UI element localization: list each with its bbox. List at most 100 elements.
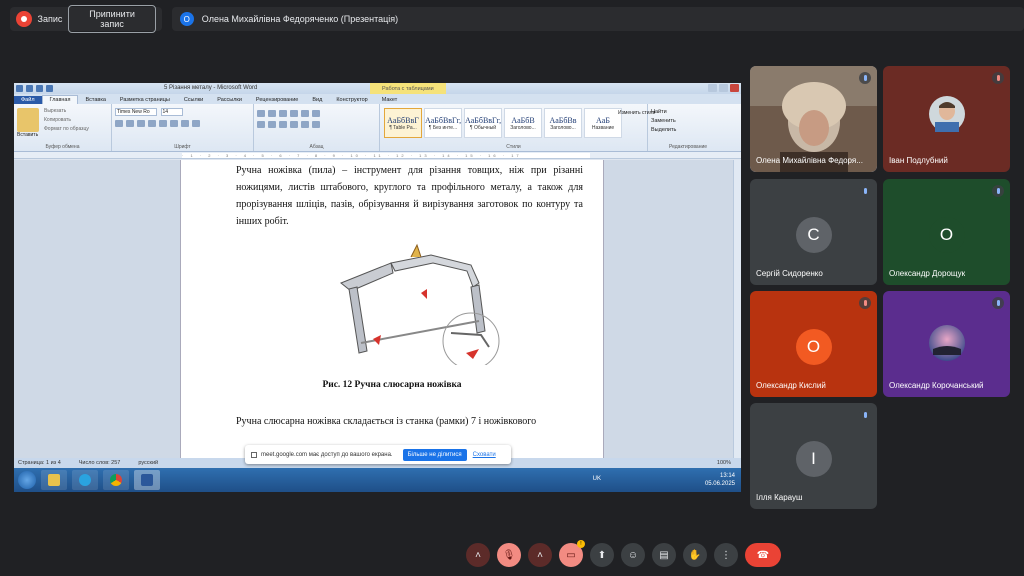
style-item[interactable]: AaБбВ Заголово... <box>504 108 542 138</box>
maximize-icon[interactable] <box>719 84 728 92</box>
participant-tile[interactable]: І Ілля Карауш <box>750 403 877 509</box>
keyboard-language[interactable]: UK <box>593 476 601 482</box>
justify-icon[interactable] <box>290 121 298 128</box>
replace-button[interactable]: Заменить <box>651 118 725 124</box>
more-options-button[interactable]: ⋮ <box>714 543 738 567</box>
chrome-icon[interactable] <box>103 470 129 490</box>
font-name-select[interactable]: Times New Ro <box>115 108 157 116</box>
tab-layout[interactable]: Макет <box>375 96 405 104</box>
vertical-scrollbar[interactable] <box>733 160 741 458</box>
stop-recording-button[interactable]: Припинити запис <box>68 5 156 33</box>
telegram-icon[interactable] <box>72 470 98 490</box>
language-indicator[interactable]: русский <box>138 460 158 466</box>
participant-tile[interactable]: Олена Михайлівна Федоря... <box>750 66 877 172</box>
participant-avatar: О <box>928 217 965 253</box>
font-color-icon[interactable] <box>192 120 200 127</box>
highlight-icon[interactable] <box>181 120 189 127</box>
tab-page-layout[interactable]: Разметка страницы <box>113 96 177 104</box>
zoom-level[interactable]: 100% <box>717 460 731 466</box>
participant-tile[interactable]: Іван Подлубний <box>883 66 1010 172</box>
italic-icon[interactable] <box>126 120 134 127</box>
participant-photo-avatar <box>929 96 965 132</box>
numbering-icon[interactable] <box>268 110 276 117</box>
line-spacing-icon[interactable] <box>301 121 309 128</box>
present-button[interactable]: ⬆ <box>590 543 614 567</box>
undo-icon[interactable] <box>36 85 43 92</box>
copy-button[interactable]: Копировать <box>44 117 89 123</box>
superscript-icon[interactable] <box>170 120 178 127</box>
audio-options-button[interactable]: ˄ <box>466 543 490 567</box>
shading-icon[interactable] <box>312 121 320 128</box>
bold-icon[interactable] <box>115 120 123 127</box>
style-item[interactable]: AaБбВвГ ¶ Table Pa... <box>384 108 422 138</box>
participant-avatar: О <box>795 329 832 365</box>
document-area[interactable]: Ручна ножівка (пила) – інструмент для рі… <box>14 160 741 458</box>
participant-tile[interactable]: О Олександр Кислий <box>750 291 877 397</box>
style-item[interactable]: AaБ Название <box>584 108 622 138</box>
leave-call-button[interactable]: ☎ <box>745 543 781 567</box>
subscript-icon[interactable] <box>159 120 167 127</box>
sort-icon[interactable] <box>301 110 309 117</box>
participant-tile[interactable]: О Олександр Дорощук <box>883 179 1010 285</box>
tab-design[interactable]: Конструктор <box>329 96 374 104</box>
pilcrow-icon[interactable] <box>312 110 320 117</box>
redo-icon[interactable] <box>46 85 53 92</box>
microphone-toggle[interactable]: 🎙 <box>497 543 521 567</box>
format-painter-button[interactable]: Формат по образцу <box>44 126 89 132</box>
start-icon[interactable] <box>18 471 36 489</box>
ruler[interactable]: · 1 · 2 · 3 · 4 · 5 · 6 · 7 · 8 · 9 · 10… <box>14 152 741 159</box>
camera-toggle[interactable]: ▭! <box>559 540 585 567</box>
align-right-icon[interactable] <box>279 121 287 128</box>
screen-share-notice: meet.google.com має доступ до вашого екр… <box>245 445 511 464</box>
paragraph-group-label: Абзац <box>309 144 324 150</box>
video-options-button[interactable]: ˄ <box>528 543 552 567</box>
windows-taskbar: UK 13:14 05.06.2025 <box>14 468 741 492</box>
tab-home[interactable]: Главная <box>41 95 79 104</box>
font-group: Times New Ro 14 Шрифт <box>112 104 254 151</box>
word-icon <box>16 85 23 92</box>
tab-view[interactable]: Вид <box>305 96 329 104</box>
font-group-label: Шрифт <box>174 144 191 150</box>
tab-mailings[interactable]: Рассылки <box>210 96 249 104</box>
font-size-select[interactable]: 14 <box>160 108 183 116</box>
clock-time: 13:14 <box>719 473 735 479</box>
select-button[interactable]: Выделить <box>651 127 725 133</box>
cut-button[interactable]: Вырезать <box>44 108 89 114</box>
underline-icon[interactable] <box>137 120 145 127</box>
bullets-icon[interactable] <box>257 110 265 117</box>
hide-notice-link[interactable]: Сховати <box>473 452 496 458</box>
style-item[interactable]: AaБбВв Заголово... <box>544 108 582 138</box>
captions-button[interactable]: ▤ <box>652 543 676 567</box>
word-taskbar-icon[interactable] <box>134 470 160 490</box>
indent-icon[interactable] <box>290 110 298 117</box>
find-button[interactable]: Найти <box>651 109 725 115</box>
raise-hand-button[interactable]: ✋ <box>683 543 707 567</box>
save-icon[interactable] <box>26 85 33 92</box>
styles-group: AaБбВвГ ¶ Table Pa... AaБбВвГг, ¶ Без инте.… <box>380 104 655 151</box>
document-title: 5 Різання металу - Microsoft Word <box>164 85 258 91</box>
document-page[interactable]: Ручна ножівка (пила) – інструмент для рі… <box>180 160 604 458</box>
stop-sharing-button[interactable]: Більше не ділитися <box>402 448 467 461</box>
minimize-icon[interactable] <box>708 84 717 92</box>
tab-insert[interactable]: Вставка <box>78 96 112 104</box>
align-left-icon[interactable] <box>257 121 265 128</box>
style-item[interactable]: AaБбВвГг, ¶ Обычный <box>464 108 502 138</box>
reactions-button[interactable]: ☺ <box>621 543 645 567</box>
tab-references[interactable]: Ссылки <box>177 96 210 104</box>
participant-tile[interactable]: С Сергій Сидоренко <box>750 179 877 285</box>
paste-icon[interactable] <box>17 108 39 132</box>
explorer-icon[interactable] <box>41 470 67 490</box>
multilevel-icon[interactable] <box>279 110 287 117</box>
tab-file[interactable]: Файл <box>14 96 42 104</box>
styles-group-label: Стили <box>506 144 521 150</box>
change-styles-button[interactable]: Изменить стили <box>618 110 655 116</box>
participant-name: Олена Михайлівна Федоря... <box>756 156 863 165</box>
style-item[interactable]: AaБбВвГг, ¶ Без инте... <box>424 108 462 138</box>
tab-review[interactable]: Рецензирование <box>249 96 305 104</box>
system-clock[interactable]: 13:14 05.06.2025 <box>705 472 735 488</box>
close-icon[interactable] <box>730 84 739 92</box>
align-center-icon[interactable] <box>268 121 276 128</box>
participant-tile[interactable]: Олександр Корочанський <box>883 291 1010 397</box>
table-tools-label: Работа с таблицами <box>370 83 446 94</box>
strikethrough-icon[interactable] <box>148 120 156 127</box>
